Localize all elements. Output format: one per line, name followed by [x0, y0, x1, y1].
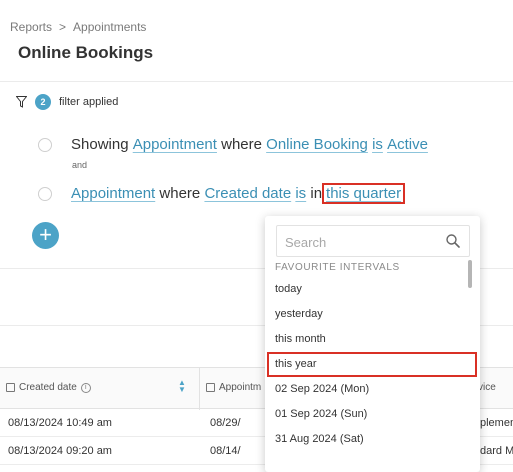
favourite-intervals-label: FAVOURITE INTERVALS — [275, 262, 400, 273]
condition-1-value[interactable]: Active — [387, 136, 428, 153]
info-icon[interactable]: i — [80, 382, 91, 393]
condition-joiner: and — [72, 160, 88, 170]
breadcrumb-appointments[interactable]: Appointments — [73, 20, 146, 34]
condition-2-entity[interactable]: Appointment — [71, 185, 155, 202]
condition-1-field[interactable]: Online Booking — [266, 136, 368, 153]
option-this-year[interactable]: this year — [267, 352, 477, 377]
condition-2-value-highlight: this quarter — [322, 183, 406, 204]
column-created-date[interactable]: Created date i — [6, 382, 91, 393]
condition-1-where: where — [221, 136, 262, 153]
filter-summary[interactable]: 2 filter applied — [16, 94, 118, 110]
cell-appointment-date: 08/29/ — [210, 417, 241, 429]
option-today[interactable]: today — [265, 277, 465, 302]
breadcrumb: Reports > Appointments — [10, 20, 146, 34]
condition-1-entity[interactable]: Appointment — [133, 136, 217, 153]
calendar-icon — [206, 383, 215, 392]
page-title: Online Bookings — [18, 43, 154, 62]
filter-icon[interactable] — [16, 96, 27, 108]
filter-applied-label: filter applied — [59, 96, 119, 108]
condition-2-where: where — [159, 185, 201, 202]
condition-1-operator[interactable]: is — [372, 136, 383, 153]
column-label: Created date — [19, 382, 77, 393]
cell-appointment-date: 08/14/ — [210, 445, 241, 457]
condition-2-in: in — [310, 185, 323, 202]
condition-1-lead: Showing — [71, 136, 129, 153]
condition-2-value[interactable]: this quarter — [326, 185, 401, 202]
filter-condition-2: Appointment where Created date is in thi… — [38, 183, 406, 204]
search-icon[interactable] — [446, 234, 460, 253]
sort-icon[interactable]: ▲ ▼ — [178, 379, 186, 394]
breadcrumb-reports[interactable]: Reports — [10, 20, 52, 34]
condition-1-radio[interactable] — [38, 137, 52, 152]
search-box — [276, 225, 470, 257]
option-date[interactable]: 31 Aug 2024 (Sat) — [265, 427, 465, 452]
column-label: Appointm — [219, 382, 262, 393]
condition-2-operator[interactable]: is — [295, 185, 306, 202]
column-separator — [199, 368, 200, 410]
option-date[interactable]: 02 Sep 2024 (Mon) — [265, 377, 465, 402]
interval-options: today yesterday this month this year 02 … — [265, 277, 477, 452]
interval-dropdown: FAVOURITE INTERVALS today yesterday this… — [265, 216, 480, 472]
cell-created-date: 08/13/2024 09:20 am — [8, 445, 112, 457]
calendar-icon — [6, 383, 15, 392]
column-label: vice — [478, 382, 496, 393]
cell-service: dard M — [480, 445, 513, 457]
column-appointment-date[interactable]: Appointm — [206, 382, 261, 393]
dropdown-scrollbar[interactable] — [468, 260, 472, 288]
cell-created-date: 08/13/2024 10:49 am — [8, 417, 112, 429]
option-this-month[interactable]: this month — [265, 327, 465, 352]
cell-service: plemen — [480, 417, 513, 429]
filter-count-badge: 2 — [35, 94, 51, 110]
option-date[interactable]: 01 Sep 2024 (Sun) — [265, 402, 465, 427]
condition-2-radio[interactable] — [38, 186, 52, 201]
add-filter-button[interactable]: + — [32, 222, 59, 249]
column-service[interactable]: vice — [478, 382, 496, 393]
breadcrumb-separator: > — [59, 20, 67, 34]
option-yesterday[interactable]: yesterday — [265, 302, 465, 327]
condition-2-field[interactable]: Created date — [204, 185, 291, 202]
search-input[interactable] — [285, 232, 435, 252]
filter-condition-1: Showing Appointment where Online Booking… — [38, 136, 428, 153]
page-header: Reports > Appointments Online Bookings — [0, 0, 513, 82]
